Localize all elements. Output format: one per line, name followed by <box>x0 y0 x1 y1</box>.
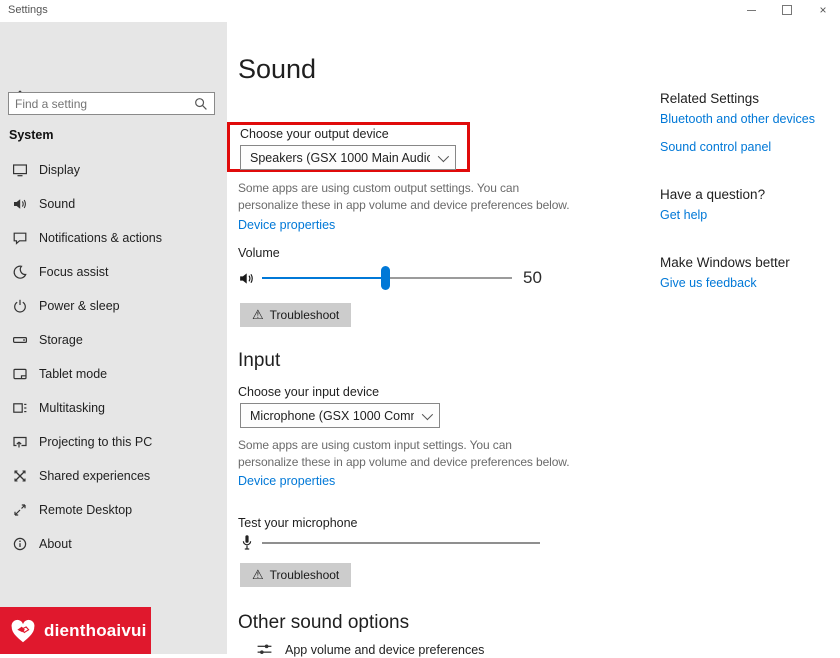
troubleshoot-label: Troubleshoot <box>270 308 340 322</box>
sidebar-item-label: Multitasking <box>39 401 105 415</box>
about-icon <box>12 536 28 552</box>
multitasking-icon <box>12 400 28 416</box>
sidebar-list: Display Sound Notifications & actions Fo… <box>0 153 227 561</box>
input-section-title: Input <box>238 350 280 372</box>
input-troubleshoot-button[interactable]: ⚠ Troubleshoot <box>240 563 351 587</box>
sidebar-item-about[interactable]: About <box>0 527 227 561</box>
output-device-label: Choose your output device <box>240 127 389 141</box>
sidebar-item-tablet-mode[interactable]: Tablet mode <box>0 357 227 391</box>
sidebar-item-storage[interactable]: Storage <box>0 323 227 357</box>
focus-assist-icon <box>12 264 28 280</box>
sidebar-item-label: Sound <box>39 197 75 211</box>
window-title: Settings <box>8 4 48 16</box>
sidebar-item-label: Notifications & actions <box>39 231 162 245</box>
sidebar-item-focus-assist[interactable]: Focus assist <box>0 255 227 289</box>
sidebar-item-sound[interactable]: Sound <box>0 187 227 221</box>
sidebar-item-label: Power & sleep <box>39 299 120 313</box>
test-microphone-label: Test your microphone <box>238 516 358 530</box>
projecting-icon <box>12 434 28 450</box>
sidebar-item-label: Storage <box>39 333 83 347</box>
make-windows-better-title: Make Windows better <box>660 255 790 270</box>
microphone-level-meter <box>262 542 540 544</box>
close-button[interactable]: × <box>816 3 830 17</box>
sound-icon <box>12 196 28 212</box>
dienthoaivui-logo: dienthoaivui <box>0 607 151 654</box>
get-help-link[interactable]: Get help <box>660 208 707 222</box>
search-box[interactable] <box>8 92 215 115</box>
input-device-value: Microphone (GSX 1000 Communi... <box>250 409 414 423</box>
chevron-down-icon <box>438 150 449 161</box>
titlebar: Settings × <box>0 0 840 22</box>
sound-control-panel-link[interactable]: Sound control panel <box>660 140 771 154</box>
input-device-properties-link[interactable]: Device properties <box>238 474 335 488</box>
output-device-properties-link[interactable]: Device properties <box>238 218 335 232</box>
sidebar-section-header: System <box>9 128 53 142</box>
output-description: Some apps are using custom output settin… <box>238 180 572 214</box>
warning-icon: ⚠ <box>252 567 264 583</box>
heart-handshake-icon <box>8 616 38 646</box>
other-sound-options-title: Other sound options <box>238 612 409 634</box>
tablet-icon <box>12 366 28 382</box>
sidebar-item-power-sleep[interactable]: Power & sleep <box>0 289 227 323</box>
power-icon <box>12 298 28 314</box>
give-feedback-link[interactable]: Give us feedback <box>660 276 757 290</box>
shared-experiences-icon <box>12 468 28 484</box>
search-icon[interactable] <box>193 96 209 112</box>
sidebar-item-label: Remote Desktop <box>39 503 132 517</box>
display-icon <box>12 162 28 178</box>
window-controls: × <box>744 3 830 17</box>
maximize-button[interactable] <box>780 3 794 17</box>
sidebar-item-label: Projecting to this PC <box>39 435 152 449</box>
sidebar-item-label: About <box>39 537 72 551</box>
sidebar-item-label: Display <box>39 163 80 177</box>
notifications-icon <box>12 230 28 246</box>
warning-icon: ⚠ <box>252 307 264 323</box>
storage-icon <box>12 332 28 348</box>
minimize-icon <box>747 10 756 11</box>
page-title: Sound <box>238 54 316 85</box>
maximize-icon <box>782 5 792 15</box>
sidebar-item-label: Focus assist <box>39 265 108 279</box>
input-device-dropdown[interactable]: Microphone (GSX 1000 Communi... <box>240 403 440 428</box>
bluetooth-devices-link[interactable]: Bluetooth and other devices <box>660 112 815 126</box>
volume-speaker-icon[interactable] <box>238 270 255 287</box>
minimize-button[interactable] <box>744 3 758 17</box>
output-troubleshoot-button[interactable]: ⚠ Troubleshoot <box>240 303 351 327</box>
chevron-down-icon <box>422 408 433 419</box>
app-volume-icon <box>256 641 273 658</box>
output-device-dropdown[interactable]: Speakers (GSX 1000 Main Audio) <box>240 145 456 170</box>
volume-slider-fill <box>262 277 384 279</box>
sidebar-item-projecting[interactable]: Projecting to this PC <box>0 425 227 459</box>
troubleshoot-label: Troubleshoot <box>270 568 340 582</box>
sidebar-item-display[interactable]: Display <box>0 153 227 187</box>
microphone-icon <box>239 534 255 552</box>
volume-slider-thumb[interactable] <box>381 266 390 290</box>
search-input[interactable] <box>9 97 193 111</box>
sidebar-item-remote-desktop[interactable]: Remote Desktop <box>0 493 227 527</box>
logo-text: dienthoaivui <box>44 621 147 641</box>
sidebar-item-label: Shared experiences <box>39 469 150 483</box>
output-device-value: Speakers (GSX 1000 Main Audio) <box>250 151 430 165</box>
sidebar-item-label: Tablet mode <box>39 367 107 381</box>
sidebar-item-multitasking[interactable]: Multitasking <box>0 391 227 425</box>
input-device-label: Choose your input device <box>238 385 379 399</box>
sidebar: Home System Display Sound Notifications … <box>0 22 227 654</box>
have-a-question-title: Have a question? <box>660 187 765 202</box>
sidebar-item-notifications[interactable]: Notifications & actions <box>0 221 227 255</box>
app-volume-label: App volume and device preferences <box>285 643 484 657</box>
volume-label: Volume <box>238 246 280 260</box>
sidebar-item-shared-experiences[interactable]: Shared experiences <box>0 459 227 493</box>
related-settings-title: Related Settings <box>660 91 759 106</box>
volume-value: 50 <box>523 268 542 288</box>
remote-desktop-icon <box>12 502 28 518</box>
app-volume-preferences-item[interactable]: App volume and device preferences <box>256 641 484 658</box>
input-description: Some apps are using custom input setting… <box>238 437 572 471</box>
